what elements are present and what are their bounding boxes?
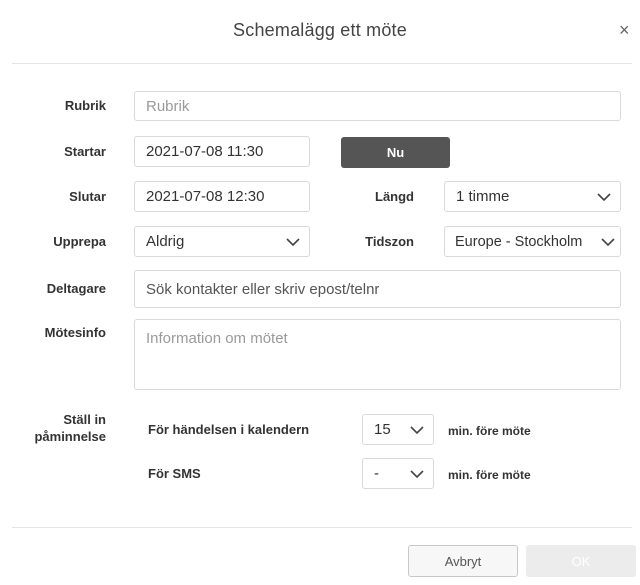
chevron-down-icon xyxy=(286,235,300,249)
now-button[interactable]: Nu xyxy=(341,137,450,168)
calendar-reminder-value: 15 xyxy=(374,421,391,438)
chevron-down-icon xyxy=(601,235,615,249)
reminder-label-line1: Ställ in xyxy=(63,412,106,427)
participants-placeholder: Sök kontakter eller skriv epost/telnr xyxy=(146,280,380,298)
repeat-label: Upprepa xyxy=(53,234,106,249)
length-label: Längd xyxy=(375,189,414,204)
chevron-down-icon xyxy=(410,423,424,437)
end-datetime-value: 2021-07-08 12:30 xyxy=(146,188,265,205)
sms-reminder-suffix: min. före möte xyxy=(448,468,531,482)
chevron-down-icon xyxy=(597,190,611,204)
calendar-reminder-suffix: min. före möte xyxy=(448,424,531,438)
subject-input[interactable]: Rubrik xyxy=(134,91,621,121)
footer-divider xyxy=(12,527,632,528)
subject-placeholder: Rubrik xyxy=(146,97,190,115)
calendar-reminder-select[interactable]: 15 xyxy=(362,414,434,445)
start-label: Startar xyxy=(64,144,106,159)
end-datetime-input[interactable]: 2021-07-08 12:30 xyxy=(134,181,310,212)
chevron-down-icon xyxy=(410,467,424,481)
info-textarea[interactable]: Information om mötet xyxy=(134,319,621,390)
timezone-value: Europe - Stockholm xyxy=(455,233,583,250)
timezone-label: Tidszon xyxy=(365,234,414,249)
close-icon[interactable]: × xyxy=(619,20,630,41)
info-placeholder: Information om mötet xyxy=(146,330,288,347)
sms-reminder-label: För SMS xyxy=(148,466,201,481)
sms-reminder-select[interactable]: - xyxy=(362,458,434,489)
start-datetime-input[interactable]: 2021-07-08 11:30 xyxy=(134,136,310,167)
dialog-title: Schemalägg ett möte xyxy=(233,20,407,40)
end-label: Slutar xyxy=(69,189,106,204)
timezone-select[interactable]: Europe - Stockholm xyxy=(444,226,621,257)
length-value: 1 timme xyxy=(456,188,510,205)
calendar-reminder-label: För händelsen i kalendern xyxy=(148,422,310,437)
repeat-select[interactable]: Aldrig xyxy=(134,226,310,257)
participants-search-input[interactable]: Sök kontakter eller skriv epost/telnr xyxy=(134,270,621,308)
start-datetime-value: 2021-07-08 11:30 xyxy=(146,143,264,160)
participants-label: Deltagare xyxy=(46,281,106,296)
header-divider xyxy=(12,63,632,64)
ok-button[interactable]: OK xyxy=(526,545,636,577)
cancel-button[interactable]: Avbryt xyxy=(408,545,518,577)
repeat-value: Aldrig xyxy=(146,233,185,250)
info-label: Mötesinfo xyxy=(44,325,106,340)
reminder-label-line2: påminnelse xyxy=(34,429,106,444)
sms-reminder-value: - xyxy=(374,465,379,482)
length-select[interactable]: 1 timme xyxy=(444,181,621,212)
reminder-label: Ställ in påminnelse xyxy=(20,411,106,445)
subject-label: Rubrik xyxy=(64,98,106,113)
